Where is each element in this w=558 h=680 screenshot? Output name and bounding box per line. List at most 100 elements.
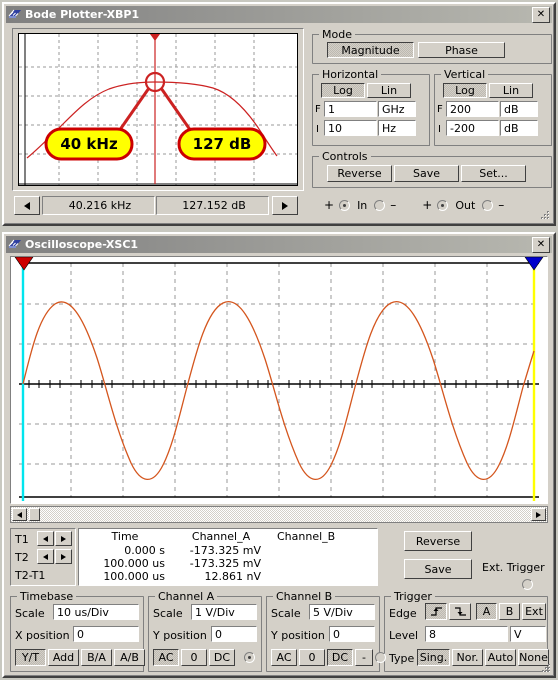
scope-horizontal-scrollbar[interactable] bbox=[10, 506, 548, 523]
channel-b-coupling-gnd-button[interactable]: 0 bbox=[299, 649, 325, 666]
t2-step-right-button[interactable] bbox=[55, 549, 72, 564]
scope-titlebar[interactable]: Oscilloscope-XSC1 ✕ bbox=[6, 236, 552, 253]
vertical-f-unit[interactable]: dB bbox=[500, 101, 538, 117]
vertical-group: Vertical Log Lin F 200 dB I -200 dB bbox=[434, 68, 552, 146]
trigger-group-label: Trigger bbox=[391, 590, 435, 603]
horizontal-f-input[interactable]: 1 bbox=[324, 101, 377, 117]
t1-label: T1 bbox=[15, 533, 29, 546]
timebase-mode-ba-button[interactable]: B/A bbox=[81, 649, 112, 666]
trigger-type-auto-button[interactable]: Auto bbox=[485, 649, 516, 666]
channel-b-scale-input[interactable]: 5 V/Div bbox=[309, 604, 375, 620]
channel-b-coupling-dc-label: DC bbox=[331, 651, 349, 664]
horizontal-log-button[interactable]: Log bbox=[321, 83, 365, 98]
bode-magnitude-value: 127.152 dB bbox=[182, 199, 246, 212]
channel-a-yposition-input[interactable]: 0 bbox=[211, 626, 257, 642]
out-plus-radio[interactable] bbox=[437, 199, 449, 211]
trigger-source-ext-button[interactable]: Ext bbox=[522, 603, 546, 620]
vertical-log-button[interactable]: Log bbox=[443, 83, 487, 98]
scroll-left-button[interactable] bbox=[12, 508, 27, 521]
timebase-mode-add-button[interactable]: Add bbox=[48, 649, 79, 666]
measure-t1-channel-b bbox=[271, 544, 377, 557]
horizontal-group: Horizontal Log Lin F 1 GHz I 10 Hz bbox=[312, 68, 430, 146]
trigger-source-b-label: B bbox=[505, 605, 514, 618]
trigger-type-sing-button[interactable]: Sing. bbox=[417, 649, 450, 666]
horizontal-lin-label: Lin bbox=[380, 84, 398, 97]
in-minus-radio[interactable] bbox=[374, 199, 386, 211]
trigger-source-a-label: A bbox=[482, 605, 491, 618]
set-button[interactable]: Set... bbox=[461, 165, 526, 182]
scope-reverse-button[interactable]: Reverse bbox=[404, 531, 472, 551]
out-minus-radio[interactable] bbox=[482, 199, 494, 211]
channel-b-coupling-ac-button[interactable]: AC bbox=[271, 649, 297, 666]
timebase-xposition-input[interactable]: 0 bbox=[73, 626, 139, 642]
trigger-source-b-button[interactable]: B bbox=[499, 603, 520, 620]
trigger-level-unit[interactable]: V bbox=[510, 626, 546, 642]
bode-cursor-left-button[interactable] bbox=[14, 196, 40, 215]
bode-plotter-window[interactable]: Bode Plotter-XBP1 ✕ 40 kHz 127 dB 40.216… bbox=[2, 2, 556, 226]
channel-b-coupling-dc-button[interactable]: DC bbox=[327, 649, 353, 666]
channel-a-coupling-dc-button[interactable]: DC bbox=[209, 649, 235, 666]
trigger-type-nor-button[interactable]: Nor. bbox=[452, 649, 483, 666]
channel-b-invert-button[interactable]: - bbox=[355, 649, 373, 666]
bode-graph-panel[interactable]: 40 kHz 127 dB bbox=[12, 28, 304, 191]
vertical-i-unit[interactable]: dB bbox=[500, 120, 538, 136]
channel-a-terminal-radio[interactable] bbox=[244, 652, 255, 663]
horizontal-i-input[interactable]: 10 bbox=[324, 120, 377, 136]
channel-a-coupling-gnd-button[interactable]: 0 bbox=[181, 649, 207, 666]
timebase-mode-ab-button[interactable]: A/B bbox=[114, 649, 145, 666]
vertical-lin-button[interactable]: Lin bbox=[489, 83, 533, 98]
bode-titlebar[interactable]: Bode Plotter-XBP1 ✕ bbox=[6, 6, 552, 23]
mode-magnitude-button[interactable]: Magnitude bbox=[327, 42, 414, 58]
bode-resize-grip[interactable] bbox=[539, 209, 551, 221]
cursor-mag-callout: 127 dB bbox=[177, 127, 267, 161]
t1-step-right-button[interactable] bbox=[55, 531, 72, 546]
save-button[interactable]: Save bbox=[394, 165, 459, 182]
scroll-right-button[interactable] bbox=[531, 508, 546, 521]
trigger-level-input[interactable]: 8 bbox=[425, 626, 508, 642]
channel-b-yposition-label: Y position bbox=[271, 629, 325, 642]
channel-b-coupling-gnd-label: 0 bbox=[308, 651, 316, 664]
right-arrow-icon bbox=[61, 535, 66, 542]
reverse-button[interactable]: Reverse bbox=[327, 165, 392, 182]
horizontal-i-unit[interactable]: Hz bbox=[378, 120, 416, 136]
timebase-mode-yt-button[interactable]: Y/T bbox=[15, 649, 46, 666]
channel-b-terminal-radio[interactable] bbox=[375, 652, 386, 663]
measure-header-row: Time Channel_A Channel_B bbox=[79, 529, 377, 544]
horizontal-lin-button[interactable]: Lin bbox=[367, 83, 411, 98]
scope-close-button[interactable]: ✕ bbox=[532, 236, 550, 253]
scope-save-button[interactable]: Save bbox=[404, 559, 472, 579]
channel-a-yposition-label: Y position bbox=[153, 629, 207, 642]
scope-resize-grip[interactable] bbox=[540, 662, 552, 674]
t2-step-left-button[interactable] bbox=[37, 549, 54, 564]
channel-b-yposition-input[interactable]: 0 bbox=[329, 626, 375, 642]
horizontal-i-label: I bbox=[316, 124, 319, 135]
timebase-mode-ab-label: A/B bbox=[120, 651, 139, 664]
bode-close-button[interactable]: ✕ bbox=[532, 6, 550, 23]
vertical-lin-label: Lin bbox=[502, 84, 520, 97]
channel-a-group: Channel A Scale 1 V/Div Y position 0 AC … bbox=[148, 590, 262, 672]
vertical-i-input[interactable]: -200 bbox=[446, 120, 499, 136]
trigger-edge-falling-button[interactable] bbox=[449, 603, 471, 620]
channel-a-scale-input[interactable]: 1 V/Div bbox=[191, 604, 257, 620]
oscilloscope-window[interactable]: Oscilloscope-XSC1 ✕ T1 T2 T2-T1 Time Cha… bbox=[2, 232, 556, 678]
trigger-edge-rising-button[interactable] bbox=[425, 603, 447, 620]
channel-a-coupling-ac-button[interactable]: AC bbox=[153, 649, 179, 666]
timebase-scale-input[interactable]: 10 us/Div bbox=[53, 604, 139, 620]
trigger-source-a-button[interactable]: A bbox=[476, 603, 497, 620]
ext-trigger-radio[interactable] bbox=[522, 579, 533, 590]
bode-graph-canvas[interactable]: 40 kHz 127 dB bbox=[18, 33, 298, 186]
mode-phase-button[interactable]: Phase bbox=[418, 42, 505, 58]
vertical-f-input[interactable]: 200 bbox=[446, 101, 499, 117]
scope-display[interactable] bbox=[10, 256, 548, 504]
trigger-type-auto-label: Auto bbox=[487, 651, 514, 664]
channel-a-coupling-dc-label: DC bbox=[213, 651, 231, 664]
trigger-source-ext-label: Ext bbox=[525, 605, 543, 618]
in-plus-radio[interactable] bbox=[339, 199, 351, 211]
t1-step-left-button[interactable] bbox=[37, 531, 54, 546]
horizontal-f-unit[interactable]: GHz bbox=[378, 101, 416, 117]
bode-cursor-right-button[interactable] bbox=[272, 196, 298, 215]
vertical-group-label: Vertical bbox=[441, 68, 489, 81]
trigger-type-sing-label: Sing. bbox=[419, 651, 448, 664]
scroll-thumb[interactable] bbox=[29, 508, 40, 521]
in-label: In bbox=[357, 198, 368, 212]
